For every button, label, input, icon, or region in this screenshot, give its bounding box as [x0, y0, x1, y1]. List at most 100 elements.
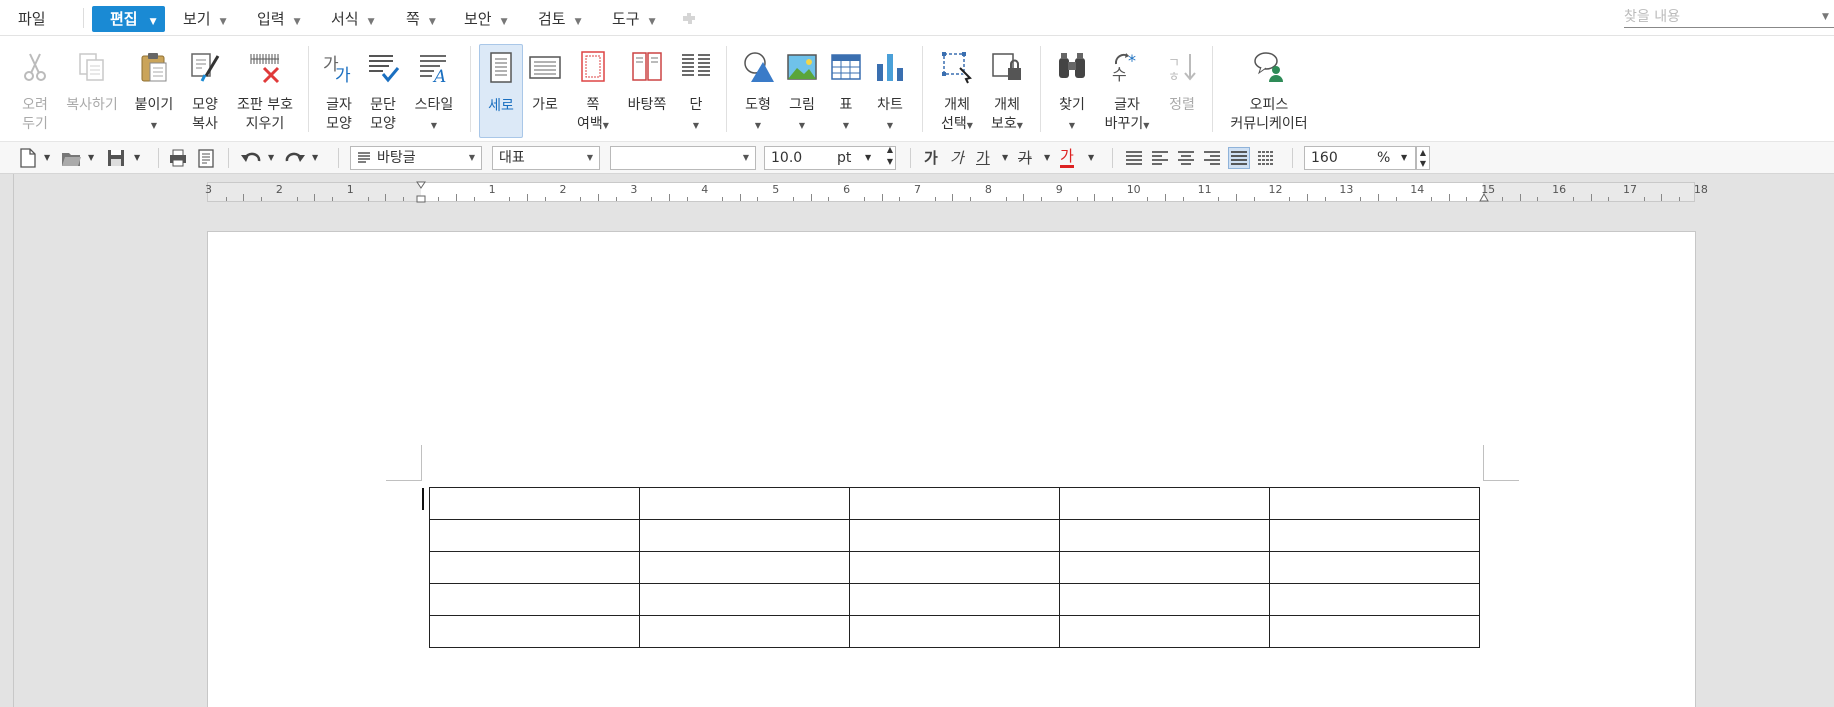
- document-table[interactable]: [429, 487, 1480, 648]
- table-cell[interactable]: [1269, 487, 1480, 520]
- font-size-input[interactable]: 10.0 pt ▼ ▲ ▼: [764, 144, 896, 170]
- style-select[interactable]: 바탕글 ▼: [350, 146, 482, 170]
- zoom-stepper[interactable]: ▲ ▼: [1416, 146, 1430, 170]
- table-cell[interactable]: [639, 551, 850, 584]
- open-folder-icon[interactable]: [60, 147, 82, 169]
- menu-insert[interactable]: 입력 ▼: [257, 7, 301, 31]
- chevron-down-icon[interactable]: ▼: [268, 147, 274, 169]
- landscape-button[interactable]: 가로: [524, 44, 566, 138]
- table-cell[interactable]: [429, 551, 640, 584]
- picture-button[interactable]: 그림 ▼: [782, 44, 822, 138]
- replace-button[interactable]: 수 * 글자 바꾸기▼: [1100, 44, 1154, 138]
- table-cell[interactable]: [429, 583, 640, 616]
- table-cell[interactable]: [1059, 487, 1270, 520]
- left-indent-marker[interactable]: [416, 181, 426, 203]
- table-cell[interactable]: [1059, 551, 1270, 584]
- table-cell[interactable]: [849, 615, 1060, 648]
- chevron-down-icon[interactable]: ▼: [134, 147, 140, 169]
- font-name-select[interactable]: ▼: [610, 146, 756, 170]
- document-workspace[interactable]: 3 2 1 1 2 3 4 5 6 7 8 9 10 11 12 13 14 15 16 17 18: [0, 174, 1834, 707]
- copy-button[interactable]: 복사하기: [60, 44, 124, 138]
- chevron-down-icon[interactable]: ▼: [88, 147, 94, 169]
- find-button[interactable]: 찾기 ▼: [1052, 44, 1092, 138]
- bold-button[interactable]: 가: [924, 147, 938, 169]
- menu-format[interactable]: 서식 ▼: [331, 7, 375, 31]
- new-document-icon[interactable]: [18, 147, 38, 169]
- menu-security[interactable]: 보안 ▼: [464, 7, 508, 31]
- table-cell[interactable]: [639, 583, 850, 616]
- table-cell[interactable]: [849, 519, 1060, 552]
- redo-icon[interactable]: [284, 147, 306, 169]
- align-center-icon[interactable]: [1176, 147, 1196, 169]
- print-icon[interactable]: [168, 147, 188, 169]
- menu-page[interactable]: 쪽 ▼: [406, 7, 436, 31]
- undo-icon[interactable]: [240, 147, 262, 169]
- paste-button[interactable]: 붙이기 ▼: [130, 44, 178, 138]
- horizontal-ruler[interactable]: 3 2 1 1 2 3 4 5 6 7 8 9 10 11 12 13 14 15 16 17 18: [205, 181, 1708, 203]
- master-page-button[interactable]: 바탕쪽: [622, 44, 672, 138]
- search-input[interactable]: 찾을 내용: [1624, 6, 1834, 28]
- menu-view[interactable]: 보기 ▼: [183, 7, 227, 31]
- chevron-down-icon[interactable]: ▼: [312, 147, 318, 169]
- office-communicator-button[interactable]: 오피스 커뮤니케이터: [1224, 44, 1314, 138]
- portrait-button[interactable]: 세로: [479, 44, 523, 138]
- table-cell[interactable]: [429, 615, 640, 648]
- table-cell[interactable]: [1059, 583, 1270, 616]
- table-cell[interactable]: [849, 583, 1060, 616]
- format-painter-button[interactable]: 모양 복사: [184, 44, 226, 138]
- zoom-input[interactable]: 160 % ▼: [1304, 146, 1416, 170]
- print-preview-icon[interactable]: [196, 147, 216, 169]
- table-cell[interactable]: [639, 615, 850, 648]
- object-select-button[interactable]: 개체 선택▼: [934, 44, 980, 138]
- style-button[interactable]: A 스타일 ▼: [408, 44, 460, 138]
- menu-edit[interactable]: 편집 ▼: [92, 6, 165, 32]
- align-distribute-icon[interactable]: [1228, 147, 1250, 169]
- strikethrough-button[interactable]: 가: [1018, 147, 1032, 169]
- document-page[interactable]: [207, 231, 1696, 707]
- italic-button[interactable]: 가: [950, 147, 964, 169]
- table-cell[interactable]: [429, 519, 640, 552]
- sort-button[interactable]: ㄱㅎ 정렬: [1162, 44, 1202, 138]
- chevron-down-icon[interactable]: ▼: [1002, 147, 1008, 169]
- shape-button[interactable]: 도형 ▼: [736, 44, 780, 138]
- clear-marks-button[interactable]: 조판 부호 지우기: [230, 44, 300, 138]
- table-cell[interactable]: [1059, 615, 1270, 648]
- chart-button[interactable]: 차트 ▼: [870, 44, 910, 138]
- menu-tools[interactable]: 도구 ▼: [612, 7, 656, 31]
- table-cell[interactable]: [639, 487, 850, 520]
- save-icon[interactable]: [106, 147, 126, 169]
- menu-review[interactable]: 검토 ▼: [538, 7, 582, 31]
- vertical-ruler[interactable]: [0, 174, 14, 707]
- align-left-icon[interactable]: [1150, 147, 1170, 169]
- page-margin-button[interactable]: 쪽 여백▼: [570, 44, 616, 138]
- right-indent-marker[interactable]: [1479, 193, 1489, 202]
- align-justify-icon[interactable]: [1124, 147, 1144, 169]
- cut-button[interactable]: 오려 두기: [14, 44, 56, 138]
- object-protect-button[interactable]: 개체 보호▼: [984, 44, 1030, 138]
- table-cell[interactable]: [849, 551, 1060, 584]
- font-language-select[interactable]: 대표 ▼: [492, 146, 600, 170]
- table-cell[interactable]: [1269, 519, 1480, 552]
- font-color-button[interactable]: 가: [1060, 147, 1074, 168]
- table-button[interactable]: 표 ▼: [826, 44, 866, 138]
- table-cell[interactable]: [639, 519, 850, 552]
- puzzle-icon[interactable]: [680, 10, 698, 28]
- chevron-down-icon[interactable]: ▼: [1088, 147, 1094, 169]
- align-right-icon[interactable]: [1202, 147, 1222, 169]
- chevron-down-icon[interactable]: ▼: [44, 147, 50, 169]
- align-split-icon[interactable]: [1256, 147, 1276, 169]
- chevron-down-icon[interactable]: ▼: [1044, 147, 1050, 169]
- underline-button[interactable]: 가: [976, 147, 990, 169]
- table-cell[interactable]: [429, 487, 640, 520]
- chevron-down-icon[interactable]: ▼: [1822, 12, 1829, 22]
- table-cell[interactable]: [849, 487, 1060, 520]
- font-size-stepper[interactable]: ▲ ▼: [887, 144, 893, 168]
- table-cell[interactable]: [1059, 519, 1270, 552]
- para-shape-button[interactable]: 문단 모양: [362, 44, 404, 138]
- table-cell[interactable]: [1269, 583, 1480, 616]
- table-cell[interactable]: [1269, 615, 1480, 648]
- table-cell[interactable]: [1269, 551, 1480, 584]
- columns-button[interactable]: 단 ▼: [676, 44, 716, 138]
- char-shape-button[interactable]: 가가 글자 모양: [318, 44, 360, 138]
- menu-file[interactable]: 파일: [18, 7, 46, 31]
